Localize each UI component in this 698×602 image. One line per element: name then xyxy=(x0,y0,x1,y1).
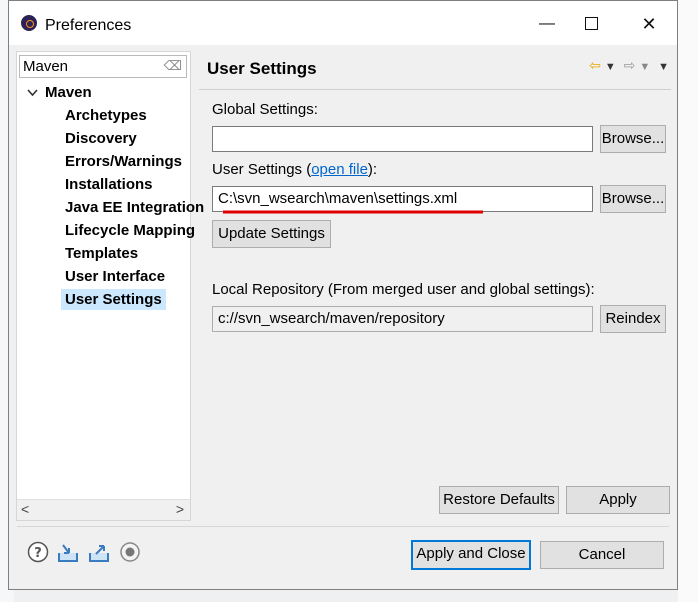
tree-node-errors-warnings[interactable]: Errors/Warnings xyxy=(61,151,186,172)
background-editor-strip-right xyxy=(678,0,698,602)
view-menu-icon[interactable]: ▼ xyxy=(658,61,669,73)
forward-arrow-icon[interactable]: ⇨ xyxy=(624,57,636,73)
page-nav: ⇦ ▼ ⇨ ▼ ▼ xyxy=(585,57,669,74)
global-settings-field[interactable] xyxy=(212,126,593,152)
scroll-left-icon[interactable]: < xyxy=(21,501,29,517)
user-settings-label: User Settings (open file): xyxy=(212,161,377,178)
dialog-title: Preferences xyxy=(45,17,132,34)
tree-node-lifecycle-mapping[interactable]: Lifecycle Mapping xyxy=(61,220,199,241)
tree-node-archetypes[interactable]: Archetypes xyxy=(61,105,151,126)
chevron-down-icon[interactable] xyxy=(27,82,45,103)
forward-dropdown-icon[interactable]: ▼ xyxy=(639,61,650,73)
apply-button[interactable]: Apply xyxy=(566,486,670,514)
tree-node-label: Maven xyxy=(45,84,92,101)
maximize-button[interactable] xyxy=(569,9,613,39)
tree-node-user-interface[interactable]: User Interface xyxy=(61,266,169,287)
local-repository-label: Local Repository (From merged user and g… xyxy=(212,281,595,298)
title-bar: Preferences — ✕ xyxy=(9,1,677,45)
close-button[interactable]: ✕ xyxy=(627,9,671,39)
local-repository-field: c://svn_wsearch/maven/repository xyxy=(212,306,593,332)
footer-divider xyxy=(17,526,669,527)
back-dropdown-icon[interactable]: ▼ xyxy=(605,61,616,73)
reindex-button[interactable]: Reindex xyxy=(600,305,666,333)
user-settings-label-text: User Settings ( xyxy=(212,161,312,178)
page-title: User Settings xyxy=(207,59,317,78)
import-icon[interactable] xyxy=(57,541,79,563)
global-browse-button[interactable]: Browse... xyxy=(600,125,666,153)
eclipse-icon xyxy=(21,15,37,31)
preferences-dialog: Preferences — ✕ ⌫ Maven Archetypes Disco… xyxy=(8,0,678,590)
apply-and-close-button[interactable]: Apply and Close xyxy=(411,540,531,570)
open-file-link[interactable]: open file xyxy=(311,161,368,178)
tree-node-discovery[interactable]: Discovery xyxy=(61,128,141,149)
help-icon[interactable]: ? xyxy=(27,541,49,563)
minimize-button[interactable]: — xyxy=(525,9,569,39)
maximize-icon xyxy=(584,17,598,31)
tree-node-maven[interactable]: Maven xyxy=(27,82,92,103)
red-underline-annotation xyxy=(223,210,483,214)
user-browse-button[interactable]: Browse... xyxy=(600,185,666,213)
user-settings-field[interactable]: C:\svn_wsearch\maven\settings.xml xyxy=(212,186,593,212)
back-arrow-icon[interactable]: ⇦ xyxy=(589,57,601,73)
header-divider xyxy=(199,89,671,90)
user-settings-label-end: ): xyxy=(367,161,378,178)
global-settings-label: Global Settings: xyxy=(212,101,318,118)
restore-defaults-button[interactable]: Restore Defaults xyxy=(439,486,559,514)
horizontal-scrollbar[interactable]: < > xyxy=(17,499,190,520)
clear-filter-icon[interactable]: ⌫ xyxy=(164,58,182,74)
filter-input[interactable] xyxy=(23,56,163,76)
preferences-tree-panel: ⌫ Maven Archetypes Discovery Errors/Warn… xyxy=(16,51,204,521)
scroll-right-icon[interactable]: > xyxy=(176,501,184,517)
svg-text:?: ? xyxy=(34,546,42,561)
tree-node-templates[interactable]: Templates xyxy=(61,243,142,264)
record-icon[interactable] xyxy=(119,541,141,563)
tree-node-user-settings[interactable]: User Settings xyxy=(61,289,166,310)
export-icon[interactable] xyxy=(88,541,110,563)
user-settings-page: User Settings ⇦ ▼ ⇨ ▼ ▼ Global Settings: B… xyxy=(199,51,671,521)
tree-node-java-ee-integration[interactable]: Java EE Integration xyxy=(61,197,208,218)
tree-node-installations[interactable]: Installations xyxy=(61,174,157,195)
cancel-button[interactable]: Cancel xyxy=(540,541,664,569)
update-settings-button[interactable]: Update Settings xyxy=(212,220,331,248)
filter-field[interactable]: ⌫ xyxy=(19,55,187,78)
